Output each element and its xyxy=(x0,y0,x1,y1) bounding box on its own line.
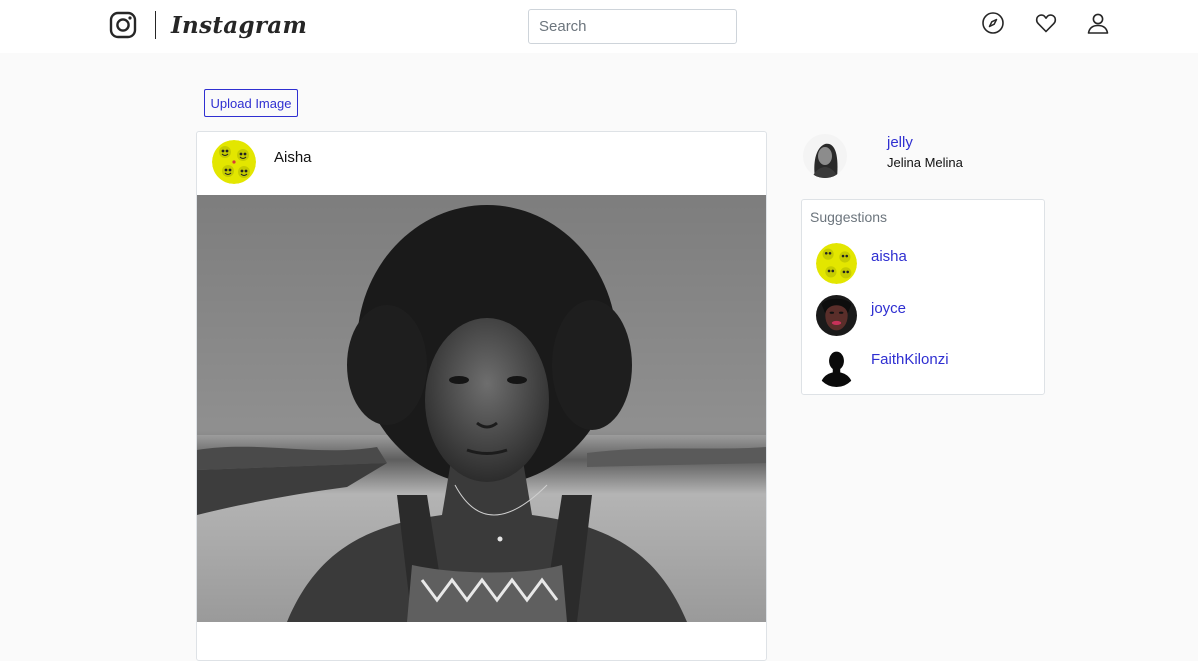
post-author-avatar[interactable] xyxy=(212,140,256,184)
suggestion-username[interactable]: joyce xyxy=(871,300,906,317)
suggestion-username[interactable]: aisha xyxy=(871,248,907,265)
brand-divider xyxy=(155,11,156,39)
post-card: Aisha xyxy=(196,131,767,661)
heart-icon[interactable] xyxy=(1034,11,1058,35)
suggestion-avatar[interactable] xyxy=(816,346,857,387)
suggestions-card: Suggestions aisha joyce FaithKilonzi xyxy=(801,199,1045,395)
portrait-avatar-icon xyxy=(816,295,857,336)
suggestion-username[interactable]: FaithKilonzi xyxy=(871,351,949,368)
yellow-emoji-avatar-icon xyxy=(212,140,256,184)
suggestion-item[interactable]: joyce xyxy=(816,295,1036,337)
user-icon[interactable] xyxy=(1086,11,1110,35)
top-navbar: Instagram xyxy=(0,0,1198,53)
portrait-photo-image xyxy=(197,195,766,622)
post-author-name[interactable]: Aisha xyxy=(274,149,312,166)
current-user-username[interactable]: jelly xyxy=(887,134,913,151)
suggestion-item[interactable]: aisha xyxy=(816,243,1036,285)
instagram-glyph-icon[interactable] xyxy=(109,11,137,39)
suggestion-item[interactable]: FaithKilonzi xyxy=(816,346,1036,388)
current-user-avatar[interactable] xyxy=(803,134,847,178)
suggestions-title: Suggestions xyxy=(810,209,888,225)
compass-icon[interactable] xyxy=(981,11,1005,35)
post-photo xyxy=(197,195,766,622)
brand-logo-text[interactable]: Instagram xyxy=(171,9,307,43)
yellow-emoji-avatar-icon xyxy=(816,243,857,284)
suggestion-avatar[interactable] xyxy=(816,295,857,336)
profile-photo-icon xyxy=(803,134,847,178)
suggestion-avatar[interactable] xyxy=(816,243,857,284)
current-user-fullname: Jelina Melina xyxy=(887,155,963,170)
silhouette-avatar-icon xyxy=(816,346,857,387)
search-input[interactable] xyxy=(528,9,737,44)
upload-image-button[interactable]: Upload Image xyxy=(204,89,298,117)
